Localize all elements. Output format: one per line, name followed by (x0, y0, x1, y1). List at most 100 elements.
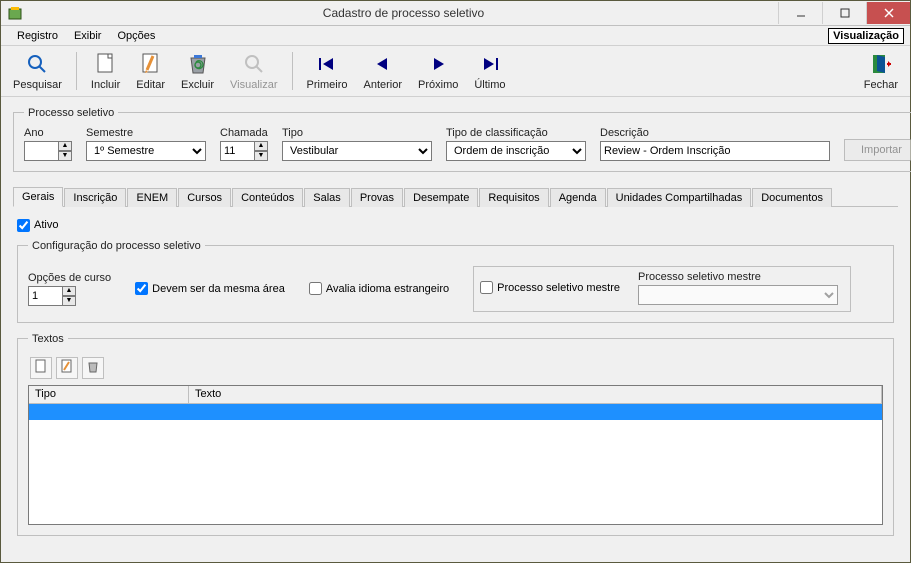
edit-button[interactable]: Editar (128, 48, 173, 94)
delete-button[interactable]: Excluir (173, 48, 222, 94)
app-icon (7, 5, 23, 21)
ativo-checkbox-wrap: Ativo (17, 219, 894, 232)
last-button[interactable]: Último (466, 48, 513, 94)
ano-spinner[interactable]: ▲▼ (24, 141, 72, 161)
window-title: Cadastro de processo seletivo (29, 6, 778, 20)
descricao-input[interactable] (600, 141, 830, 161)
semestre-label: Semestre (86, 127, 206, 139)
menu-visualizacao[interactable]: Visualização (828, 28, 904, 44)
mesma-area-checkbox[interactable] (135, 282, 148, 295)
document-icon (34, 359, 48, 376)
avalia-checkbox[interactable] (309, 282, 322, 295)
trash-icon (86, 359, 100, 376)
chamada-up[interactable]: ▲ (254, 141, 268, 151)
close-button[interactable] (866, 2, 910, 24)
minimize-button[interactable] (778, 2, 822, 24)
opcoes-down[interactable]: ▼ (62, 296, 76, 306)
maximize-button[interactable] (822, 2, 866, 24)
menu-opcoes[interactable]: Opções (109, 28, 163, 44)
chamada-input[interactable] (220, 141, 254, 161)
tab-enem[interactable]: ENEM (127, 188, 177, 207)
tab-inscricao[interactable]: Inscrição (64, 188, 126, 207)
classif-label: Tipo de classificação (446, 127, 586, 139)
chamada-down[interactable]: ▼ (254, 151, 268, 161)
table-row[interactable] (29, 404, 882, 420)
texts-grid-header: Tipo Texto (29, 386, 882, 404)
tab-content-gerais: Ativo Configuração do processo seletivo … (13, 207, 898, 550)
ativo-label: Ativo (34, 219, 58, 231)
tab-desempate[interactable]: Desempate (404, 188, 478, 207)
search-icon (24, 51, 50, 77)
texts-delete-button[interactable] (82, 357, 104, 379)
chamada-label: Chamada (220, 127, 268, 139)
opcoes-input[interactable] (28, 286, 62, 306)
texts-new-button[interactable] (30, 357, 52, 379)
trash-icon (185, 51, 211, 77)
ano-up[interactable]: ▲ (58, 141, 72, 151)
mesma-area-label: Devem ser da mesma área (152, 283, 285, 295)
next-button[interactable]: Próximo (410, 48, 466, 94)
config-fieldset: Configuração do processo seletivo Opções… (17, 240, 894, 323)
tab-requisitos[interactable]: Requisitos (479, 188, 548, 207)
ativo-checkbox[interactable] (17, 219, 30, 232)
semestre-select[interactable]: 1º Semestre (86, 141, 206, 161)
ano-down[interactable]: ▼ (58, 151, 72, 161)
toolbar: Pesquisar Incluir Editar Excluir Visuali… (1, 46, 910, 97)
menu-exibir[interactable]: Exibir (66, 28, 110, 44)
texts-edit-button[interactable] (56, 357, 78, 379)
titlebar: Cadastro de processo seletivo (1, 1, 910, 26)
new-button[interactable]: Incluir (83, 48, 128, 94)
tab-gerais[interactable]: Gerais (13, 187, 63, 207)
search-button[interactable]: Pesquisar (5, 48, 70, 94)
config-legend: Configuração do processo seletivo (28, 240, 205, 252)
mestre-label: Processo seletivo mestre (638, 271, 838, 283)
cell-tipo (29, 404, 189, 420)
ano-input[interactable] (24, 141, 58, 161)
col-tipo-header[interactable]: Tipo (29, 386, 189, 403)
tab-unidades[interactable]: Unidades Compartilhadas (607, 188, 752, 207)
last-icon (477, 51, 503, 77)
prev-button[interactable]: Anterior (355, 48, 410, 94)
processo-seletivo-legend: Processo seletivo (24, 107, 118, 119)
opcoes-spinner[interactable]: ▲▼ (28, 286, 111, 306)
menu-registro[interactable]: Registro (9, 28, 66, 44)
opcoes-label: Opções de curso (28, 272, 111, 284)
texts-grid[interactable]: Tipo Texto (28, 385, 883, 525)
mestre-check-label: Processo seletivo mestre (497, 282, 620, 294)
mestre-checkbox[interactable] (480, 281, 493, 294)
processo-seletivo-fieldset: Processo seletivo Ano ▲▼ Semestre 1º Sem… (13, 107, 911, 172)
close-toolbar-button[interactable]: Fechar (856, 48, 906, 94)
pencil-icon (138, 51, 164, 77)
window: Cadastro de processo seletivo Registro E… (0, 0, 911, 563)
content-area: Processo seletivo Ano ▲▼ Semestre 1º Sem… (1, 97, 910, 562)
descricao-label: Descrição (600, 127, 830, 139)
menubar: Registro Exibir Opções Visualização (1, 26, 910, 46)
mestre-select (638, 285, 838, 305)
tipo-label: Tipo (282, 127, 432, 139)
door-icon (868, 51, 894, 77)
tipo-select[interactable]: Vestibular (282, 141, 432, 161)
importar-button[interactable]: Importar (844, 139, 911, 161)
next-icon (425, 51, 451, 77)
prev-icon (370, 51, 396, 77)
mestre-check-wrap: Processo seletivo mestre (480, 281, 620, 294)
view-button: Visualizar (222, 48, 286, 94)
tab-salas[interactable]: Salas (304, 188, 350, 207)
texts-toolbar (28, 353, 883, 385)
col-texto-header[interactable]: Texto (189, 386, 882, 403)
tab-conteudos[interactable]: Conteúdos (232, 188, 303, 207)
avalia-label: Avalia idioma estrangeiro (326, 283, 449, 295)
classif-select[interactable]: Ordem de inscrição (446, 141, 586, 161)
view-icon (241, 51, 267, 77)
tab-provas[interactable]: Provas (351, 188, 403, 207)
first-icon (314, 51, 340, 77)
tab-agenda[interactable]: Agenda (550, 188, 606, 207)
chamada-spinner[interactable]: ▲▼ (220, 141, 268, 161)
cell-texto (189, 404, 882, 420)
tab-documentos[interactable]: Documentos (752, 188, 832, 207)
pencil-icon (60, 359, 74, 376)
first-button[interactable]: Primeiro (299, 48, 356, 94)
opcoes-up[interactable]: ▲ (62, 286, 76, 296)
tab-cursos[interactable]: Cursos (178, 188, 231, 207)
texts-legend: Textos (28, 333, 68, 345)
